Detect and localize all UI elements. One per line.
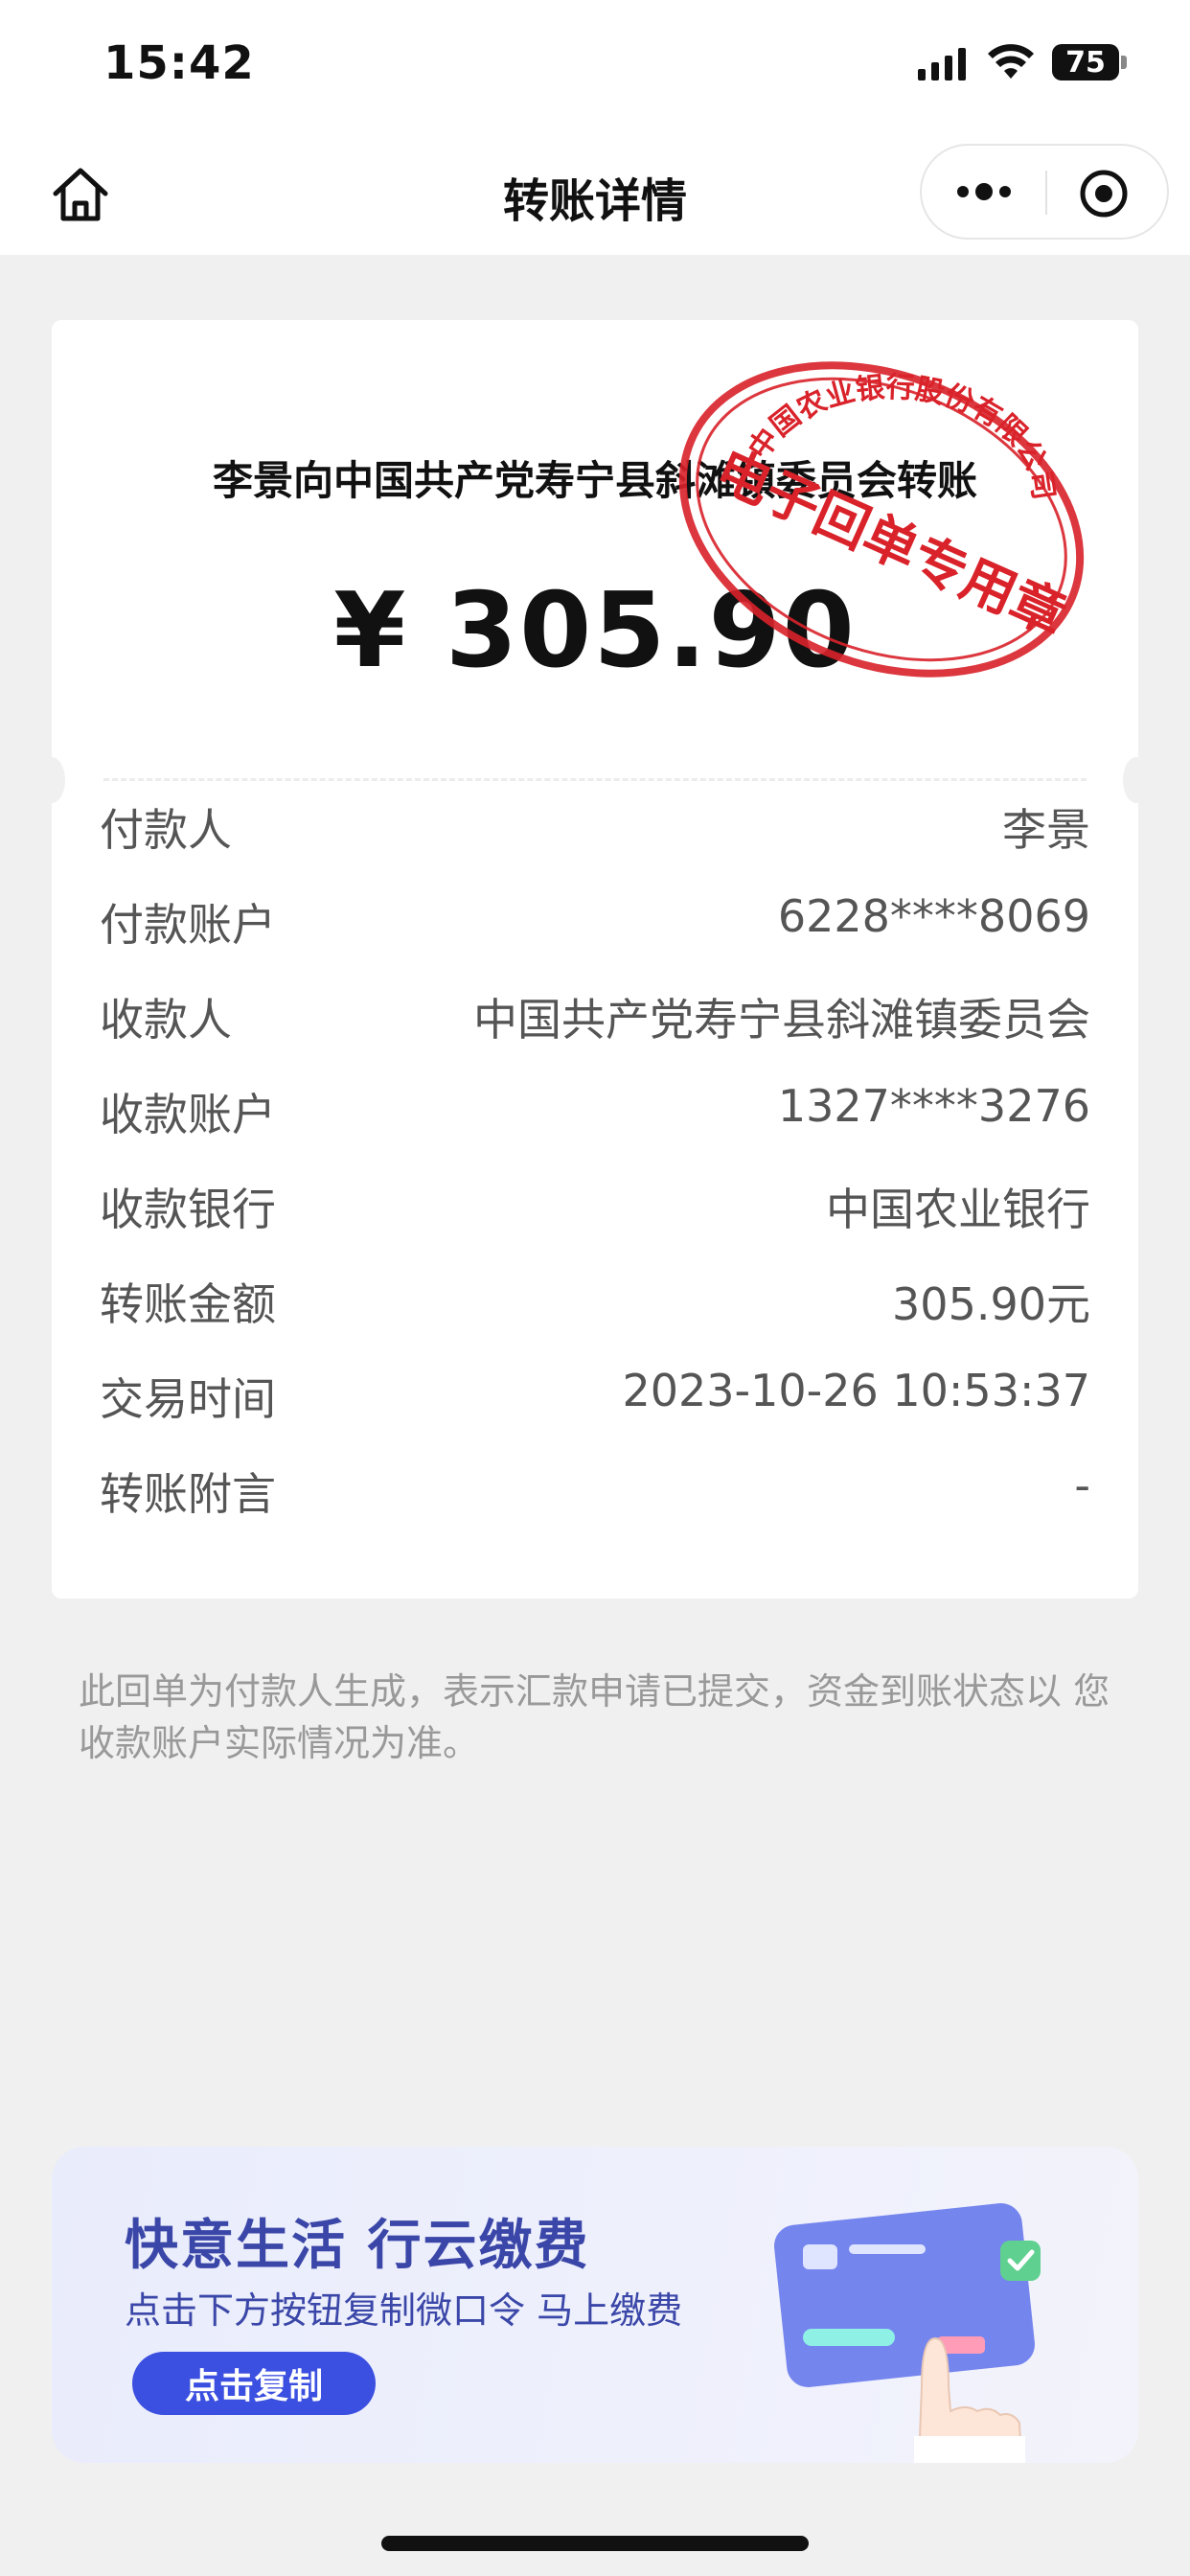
detail-row-payee-account: 收款账户 1327****3276 (100, 1080, 1090, 1175)
battery-level: 75 (1065, 45, 1106, 80)
card-divider (103, 778, 1087, 781)
status-time: 15:42 (103, 36, 255, 90)
detail-value: - (1074, 1460, 1090, 1511)
detail-row-payee: 收款人 中国共产党寿宁县斜滩镇委员会 (100, 985, 1090, 1080)
banner-title: 快意生活 行云缴费 (125, 2215, 590, 2277)
detail-list: 付款人 李景 付款账户 6228****8069 收款人 中国共产党寿宁县斜滩镇… (100, 795, 1090, 1554)
detail-label: 转账附言 (100, 1468, 276, 1520)
detail-label: 收款银行 (100, 1184, 276, 1235)
detail-label: 转账金额 (100, 1278, 276, 1330)
status-bar: 15:42 75 (0, 0, 1190, 134)
detail-value: 305.90元 (892, 1278, 1090, 1330)
battery-tip (1121, 56, 1127, 69)
detail-value: 李景 (1002, 804, 1090, 856)
mini-program-capsule (920, 144, 1169, 240)
detail-row-payer-account: 付款账户 6228****8069 (100, 890, 1090, 985)
banner-subtitle: 点击下方按钮复制微口令 马上缴费 (125, 2289, 683, 2332)
nav-bar: 转账详情 (0, 134, 1190, 255)
detail-label: 收款人 (100, 994, 232, 1046)
capsule-divider (1045, 171, 1047, 215)
detail-label: 收款账户 (100, 1089, 276, 1140)
detail-label: 付款人 (100, 804, 232, 856)
wifi-icon (988, 44, 1034, 79)
battery-icon: 75 (1052, 44, 1119, 80)
copy-button[interactable]: 点击复制 (132, 2352, 376, 2415)
detail-row-time: 交易时间 2023-10-26 10:53:37 (100, 1365, 1090, 1460)
detail-label: 付款账户 (100, 899, 276, 951)
close-target-icon[interactable] (1075, 167, 1133, 220)
transfer-detail-page: 15:42 75 转账详情 李景向中国共产党寿宁县斜滩镇委员会转账 ¥ 305.… (0, 0, 1190, 2576)
detail-label: 交易时间 (100, 1373, 276, 1425)
detail-row-payee-bank: 收款银行 中国农业银行 (100, 1175, 1090, 1270)
more-icon[interactable] (950, 167, 1018, 217)
card-hand-illustration-icon (774, 2203, 1041, 2463)
home-indicator[interactable] (381, 2536, 809, 2551)
card-notch-left (38, 757, 65, 803)
detail-row-payer: 付款人 李景 (100, 795, 1090, 890)
signal-icon (918, 48, 966, 80)
card-notch-right (1123, 757, 1150, 803)
detail-value: 中国农业银行 (826, 1184, 1090, 1235)
detail-value: 中国共产党寿宁县斜滩镇委员会 (473, 994, 1090, 1046)
detail-row-amount: 转账金额 305.90元 (100, 1270, 1090, 1365)
receipt-notice: 此回单为付款人生成，表示汇款申请已提交，资金到账状态以 您收款账户实际情况为准。 (79, 1670, 1110, 1764)
payment-promo-banner[interactable]: 快意生活 行云缴费 点击下方按钮复制微口令 马上缴费 点击复制 (52, 2147, 1138, 2463)
detail-value: 2023-10-26 10:53:37 (622, 1365, 1090, 1416)
detail-value: 6228****8069 (777, 890, 1090, 942)
detail-value: 1327****3276 (777, 1080, 1090, 1132)
bank-seal-stamp: 中国农业银行股份有限公司 电子回单专用章 (678, 347, 1087, 678)
detail-row-remark: 转账附言 - (100, 1460, 1090, 1554)
